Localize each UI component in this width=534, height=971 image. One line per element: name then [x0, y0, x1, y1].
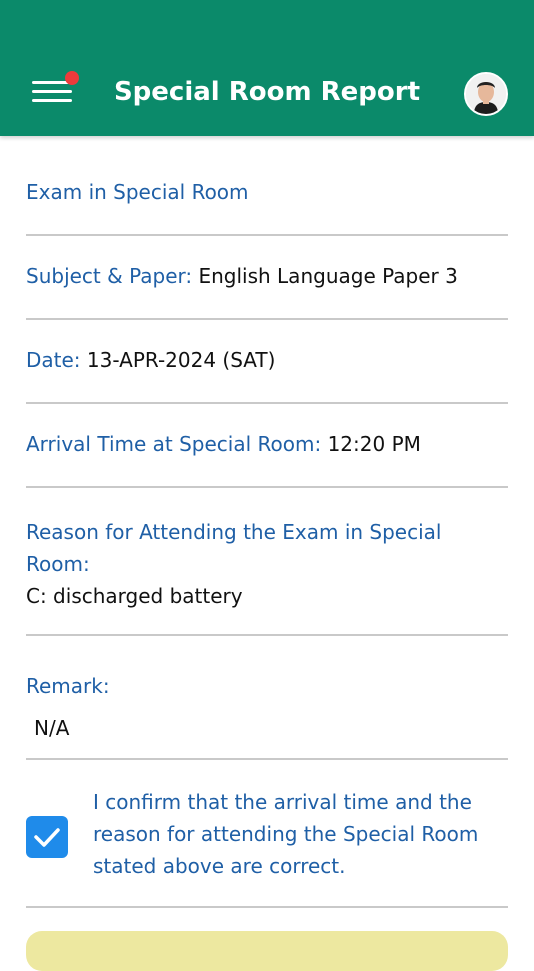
- reason-row: Reason for Attending the Exam in Special…: [26, 488, 508, 636]
- section-heading: Exam in Special Room: [26, 180, 249, 204]
- remark-row: Remark: N/A: [26, 636, 508, 760]
- reason-label: Reason for Attending the Exam in Special…: [26, 520, 442, 576]
- confirmation-checkbox[interactable]: [26, 816, 68, 858]
- date-row: Date: 13-APR-2024 (SAT): [26, 320, 508, 404]
- report-content: Exam in Special Room Subject & Paper: En…: [26, 136, 508, 908]
- checkmark-icon: [34, 828, 60, 847]
- app-header: Special Room Report: [0, 0, 534, 136]
- user-avatar-icon: [466, 74, 506, 114]
- subject-value: English Language Paper 3: [198, 264, 458, 288]
- arrival-time-row: Arrival Time at Special Room: 12:20 PM: [26, 404, 508, 488]
- date-label: Date:: [26, 348, 81, 372]
- date-value: 13-APR-2024 (SAT): [86, 348, 276, 372]
- remark-value: N/A: [34, 716, 70, 740]
- arrival-time-label: Arrival Time at Special Room:: [26, 432, 322, 456]
- submit-button[interactable]: [26, 931, 508, 971]
- confirmation-text: I confirm that the arrival time and the …: [93, 790, 479, 878]
- subject-label: Subject & Paper:: [26, 264, 193, 288]
- subject-row: Subject & Paper: English Language Paper …: [26, 236, 508, 320]
- arrival-time-value: 12:20 PM: [327, 432, 421, 456]
- remark-label: Remark:: [26, 674, 110, 698]
- reason-value: C: discharged battery: [26, 584, 243, 608]
- confirmation-row: I confirm that the arrival time and the …: [26, 760, 508, 908]
- page-title: Special Room Report: [113, 77, 421, 107]
- avatar[interactable]: [464, 72, 508, 116]
- section-heading-row: Exam in Special Room: [26, 136, 508, 236]
